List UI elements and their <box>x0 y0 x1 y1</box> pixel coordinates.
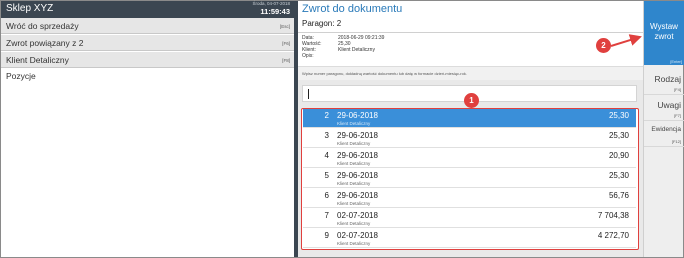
receipt-row-number: 7 <box>324 211 329 220</box>
receipt-row-date: 29-06-2018 <box>337 191 378 200</box>
receipt-row-number: 6 <box>324 191 329 200</box>
receipt-row-amount: 20,90 <box>608 151 629 160</box>
records-button[interactable]: Ewidencja [F12] <box>644 121 684 147</box>
customer-button[interactable]: Klient Detaliczny [F8] <box>1 52 294 68</box>
receipt-row[interactable]: 4 29-06-2018 Klient Detaliczny 20,90 <box>303 149 636 168</box>
receipt-row-amount: 25,30 <box>608 131 629 140</box>
notes-label: Uwagi <box>657 100 681 110</box>
type-label: Rodzaj <box>654 74 681 84</box>
return-document-pane: Zwrot do dokumentu Paragon: 2 Data: 2018… <box>298 1 643 257</box>
receipt-row-client: Klient Detaliczny <box>337 161 371 166</box>
type-key: [F4] <box>674 87 681 92</box>
receipt-row-number: 2 <box>324 111 329 120</box>
receipt-row[interactable]: 7 02-07-2018 Klient Detaliczny 7 704,38 <box>303 209 636 228</box>
positions-heading: Pozycje <box>6 71 36 81</box>
issue-return-button[interactable]: Wystaw zwrot [Enter] <box>644 1 684 65</box>
receipt-row-date: 02-07-2018 <box>337 211 378 220</box>
receipt-row-amount: 7 704,38 <box>597 211 629 220</box>
notes-key: [F7] <box>674 113 681 118</box>
field-description-label: Opis: <box>302 53 314 59</box>
document-title: Zwrot do dokumentu <box>302 3 403 15</box>
receipt-number: Paragon: 2 <box>302 19 342 28</box>
receipt-list: 2 29-06-2018 Klient Detaliczny 25,30 3 2… <box>301 108 639 250</box>
annotation-badge-2: 2 <box>596 38 611 53</box>
receipt-row-client: Klient Detaliczny <box>337 141 371 146</box>
receipt-row-client: Klient Detaliczny <box>337 201 371 206</box>
field-client-value: Klient Detaliczny <box>338 47 375 53</box>
receipt-row-number: 5 <box>324 171 329 180</box>
records-label: Ewidencja <box>651 126 681 133</box>
receipt-row-client: Klient Detaliczny <box>337 121 371 126</box>
receipt-row-client: Klient Detaliczny <box>337 221 371 226</box>
linked-return-label: Zwrot powiązany z 2 <box>6 38 84 48</box>
receipt-row[interactable]: 9 02-07-2018 Klient Detaliczny 4 272,70 <box>303 229 636 248</box>
receipt-row-date: 29-06-2018 <box>337 131 378 140</box>
linked-return-key: [F6] <box>282 41 290 46</box>
receipt-row-date: 29-06-2018 <box>337 111 378 120</box>
store-header: Sklep XYZ Środa, 04-07-2018 11:59:43 <box>1 1 294 18</box>
left-pane: Sklep XYZ Środa, 04-07-2018 11:59:43 Wró… <box>1 1 294 257</box>
receipt-row-date: 29-06-2018 <box>337 171 378 180</box>
receipt-row-client: Klient Detaliczny <box>337 181 371 186</box>
receipt-row-number: 4 <box>324 151 329 160</box>
action-panel: Wystaw zwrot [Enter] Rodzaj [F4] Uwagi [… <box>643 1 684 257</box>
receipt-row-date: 02-07-2018 <box>337 231 378 240</box>
receipt-row-date: 29-06-2018 <box>337 151 378 160</box>
receipt-row[interactable]: 5 29-06-2018 Klient Detaliczny 25,30 <box>303 169 636 188</box>
issue-return-key: [Enter] <box>670 59 682 64</box>
receipt-row-amount: 4 272,70 <box>597 231 629 240</box>
header-clock: 11:59:43 <box>260 7 290 16</box>
issue-return-label-line1: Wystaw <box>650 22 678 31</box>
divider <box>298 32 643 33</box>
search-hint: Wpisz numer paragonu, dokładną wartość d… <box>302 71 467 76</box>
back-to-sale-label: Wróć do sprzedaży <box>6 21 79 31</box>
receipt-row-client: Klient Detaliczny <box>337 241 371 246</box>
annotation-badge-1: 1 <box>464 93 479 108</box>
app-title: Sklep XYZ <box>6 3 54 14</box>
receipt-row-number: 9 <box>324 231 329 240</box>
linked-return-button[interactable]: Zwrot powiązany z 2 [F6] <box>1 35 294 51</box>
customer-key: [F8] <box>282 58 290 63</box>
receipt-row[interactable]: 6 29-06-2018 Klient Detaliczny 56,76 <box>303 189 636 208</box>
hint-bar: Wpisz numer paragonu, dokładną wartość d… <box>298 66 643 80</box>
receipt-row-number: 3 <box>324 131 329 140</box>
type-button[interactable]: Rodzaj [F4] <box>644 69 684 95</box>
back-to-sale-key: [Esc] <box>279 24 290 29</box>
receipt-row-amount: 25,30 <box>608 111 629 120</box>
header-date: Środa, 04-07-2018 <box>252 1 290 6</box>
receipt-row-amount: 25,30 <box>608 171 629 180</box>
receipt-row[interactable]: 3 29-06-2018 Klient Detaliczny 25,30 <box>303 129 636 148</box>
issue-return-label-line2: zwrot <box>654 32 674 41</box>
customer-label: Klient Detaliczny <box>6 55 69 65</box>
receipt-row-amount: 56,76 <box>608 191 629 200</box>
receipt-row[interactable]: 2 29-06-2018 Klient Detaliczny 25,30 <box>303 109 636 128</box>
records-key: [F12] <box>671 139 681 144</box>
text-caret <box>308 89 309 99</box>
back-to-sale-button[interactable]: Wróć do sprzedaży [Esc] <box>1 18 294 34</box>
notes-button[interactable]: Uwagi [F7] <box>644 95 684 121</box>
